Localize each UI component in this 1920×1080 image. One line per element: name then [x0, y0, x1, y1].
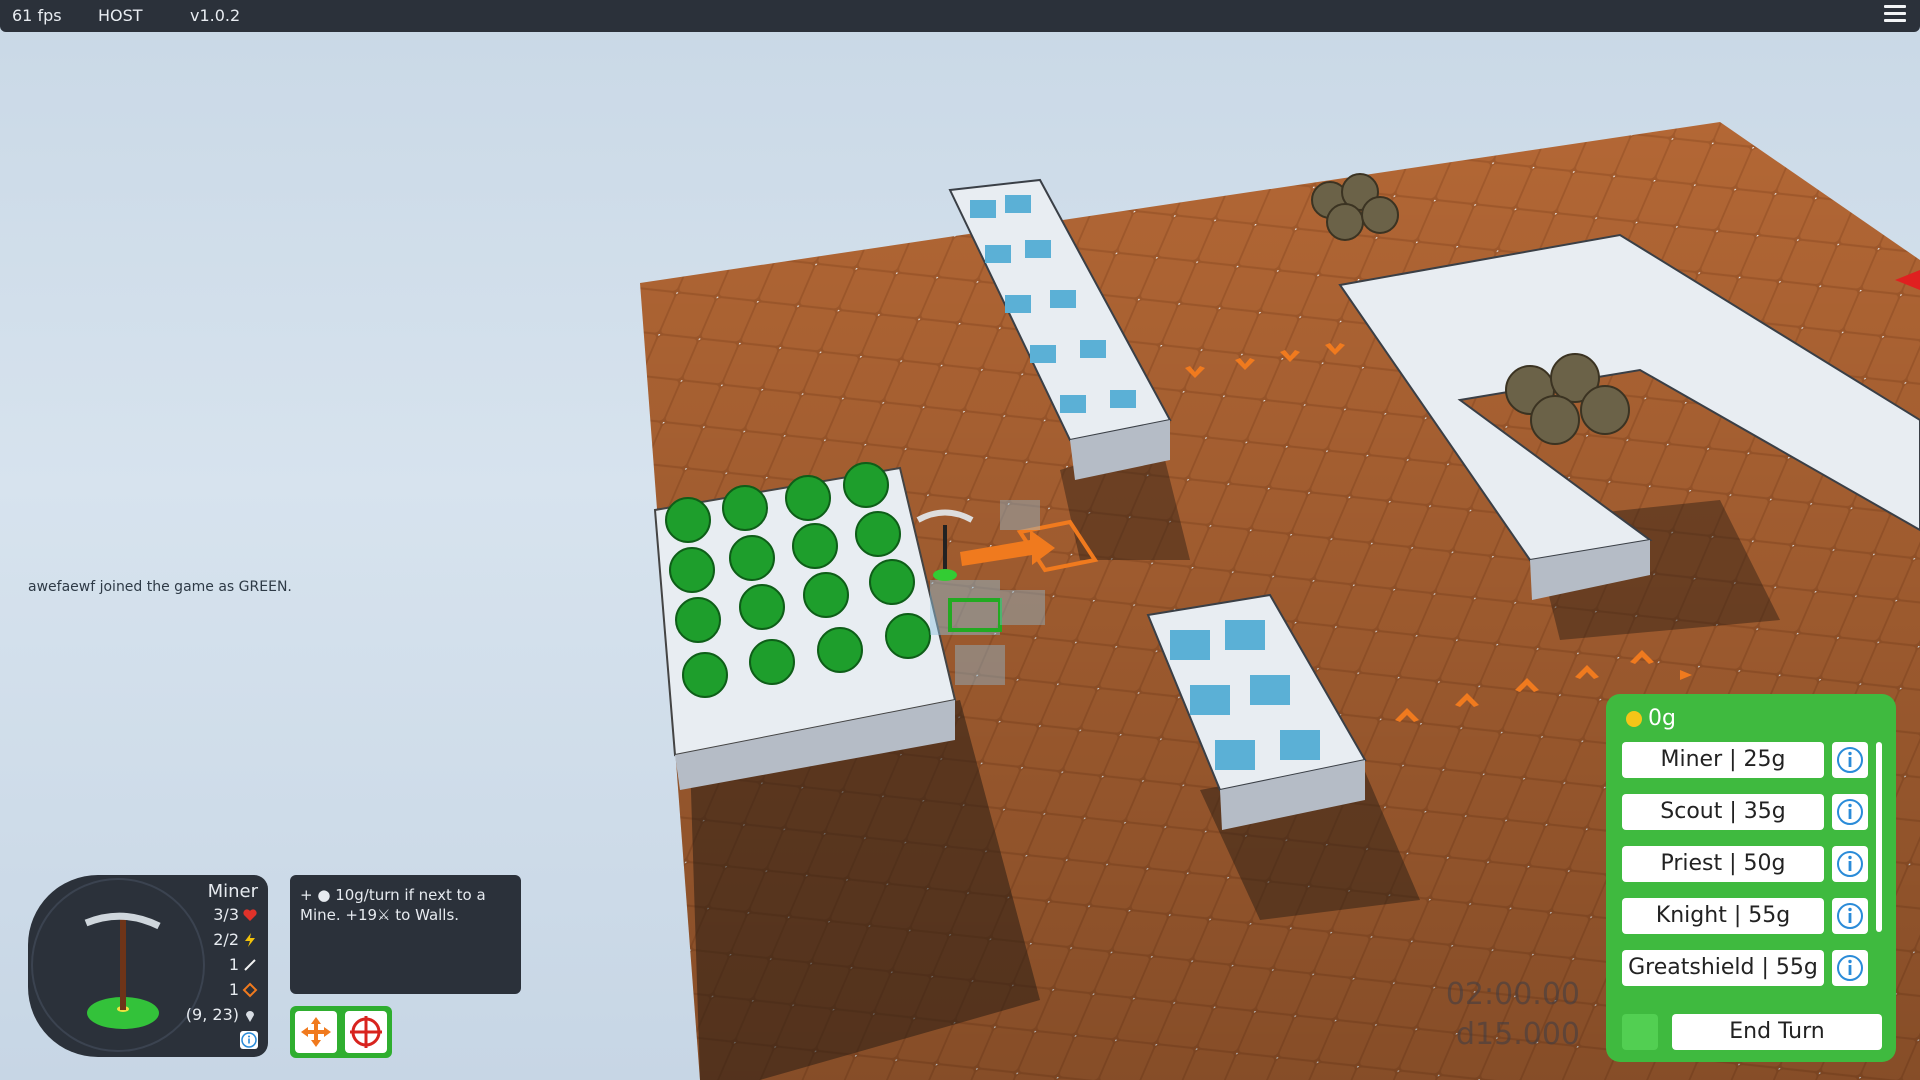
description-text: + ● 10g/turn if next to a Mine. +19⚔ to … [300, 886, 486, 924]
energy-value: 2/2 [213, 930, 239, 949]
heart-icon [243, 908, 257, 921]
unit-panel: Miner 3/3 2/2 1 1 (9, 23) [28, 875, 268, 1057]
gold-coin-icon [1626, 710, 1642, 727]
turn-timers: 02:00.00 d15.000 [1440, 975, 1580, 1055]
position-value: (9, 23) [185, 1005, 239, 1024]
info-icon [1837, 955, 1863, 981]
health-value: 3/3 [213, 905, 239, 924]
delay-timer: d15.000 [1455, 1017, 1580, 1052]
info-icon [241, 1032, 257, 1048]
turn-clock: 02:00.00 [1445, 977, 1580, 1012]
attack-value: 1 [228, 955, 239, 974]
unit-portrait [31, 878, 205, 1052]
attack-button[interactable] [345, 1011, 387, 1053]
gold-display: 0g [1626, 706, 1676, 731]
info-button-priest[interactable] [1832, 846, 1868, 882]
top-bar: 61 fps HOST v1.0.2 [0, 0, 1920, 32]
unit-attack: 1 [229, 955, 258, 974]
shop-scrollbar[interactable] [1876, 742, 1882, 932]
unit-position: (9, 23) [186, 1005, 258, 1024]
info-button-knight[interactable] [1832, 898, 1868, 934]
shop-item-scout[interactable]: Scout | 35g [1622, 794, 1824, 830]
chat-message: awefaewf joined the game as GREEN. [28, 579, 292, 595]
fps-counter: 61 fps [12, 6, 62, 25]
end-turn-button[interactable]: End Turn [1672, 1014, 1882, 1050]
shop-panel: 0g Miner | 25g Scout | 35g Priest | 50g … [1606, 694, 1896, 1062]
host-label: HOST [98, 6, 143, 25]
info-icon [1837, 747, 1863, 773]
info-icon [1837, 851, 1863, 877]
unit-energy: 2/2 [213, 930, 258, 949]
lightning-icon [245, 932, 255, 947]
info-icon [1837, 903, 1863, 929]
move-arrows-icon [301, 1017, 331, 1047]
info-button-scout[interactable] [1832, 794, 1868, 830]
shop-item-greatshield[interactable]: Greatshield | 55g [1622, 950, 1824, 986]
sword-icon [244, 958, 256, 971]
unit-name: Miner [207, 881, 258, 902]
shop-item-priest[interactable]: Priest | 50g [1622, 846, 1824, 882]
gold-amount: 0g [1648, 706, 1676, 731]
unit-info-button[interactable] [240, 1031, 258, 1049]
move-button[interactable] [295, 1011, 337, 1053]
player-color-indicator [1622, 1014, 1658, 1050]
info-button-greatshield[interactable] [1832, 950, 1868, 986]
crosshair-target-icon [350, 1016, 382, 1048]
green-tree-base[interactable] [653, 462, 957, 790]
unit-description: + ● 10g/turn if next to a Mine. +19⚔ to … [290, 875, 521, 994]
version-label: v1.0.2 [190, 6, 241, 25]
unit-health: 3/3 [213, 905, 258, 924]
pickaxe-icon [84, 912, 161, 1029]
shop-item-knight[interactable]: Knight | 55g [1622, 898, 1824, 934]
action-bar [290, 1006, 392, 1058]
diamond-icon [242, 982, 258, 997]
info-button-miner[interactable] [1832, 742, 1868, 778]
location-pin-icon [246, 1010, 254, 1022]
defense-value: 1 [228, 980, 239, 999]
hamburger-menu-icon[interactable] [1884, 5, 1906, 25]
chat-log: awefaewf joined the game as GREEN. [28, 579, 292, 595]
shop-item-miner[interactable]: Miner | 25g [1622, 742, 1824, 778]
info-icon [1837, 799, 1863, 825]
unit-defense: 1 [229, 980, 258, 999]
